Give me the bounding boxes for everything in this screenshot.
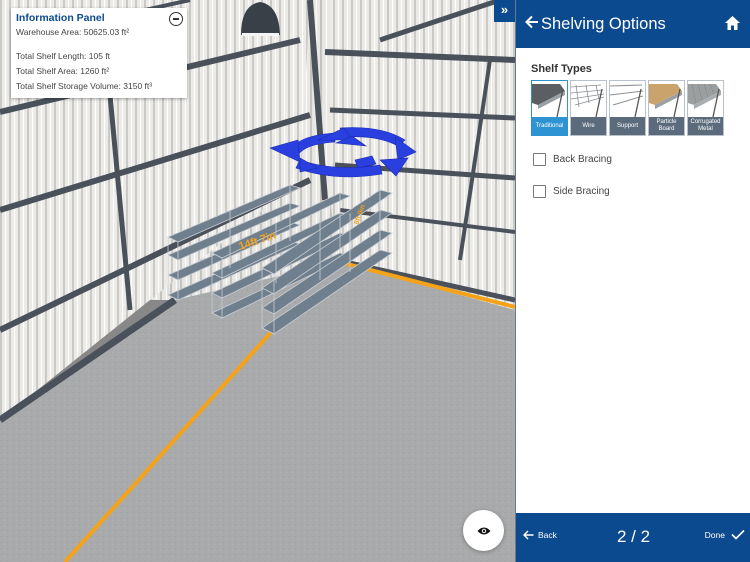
total-shelf-storage-volume: Total Shelf Storage Volume: 3150 ft³ bbox=[16, 81, 153, 91]
particle-board-shelf-thumbnail bbox=[649, 81, 684, 117]
home-icon[interactable] bbox=[724, 15, 741, 31]
shelving-options-panel: Shelving Options Shelf Types Traditional bbox=[515, 0, 750, 562]
total-shelf-length: Total Shelf Length: 105 ft bbox=[16, 51, 111, 61]
side-bracing-checkbox[interactable] bbox=[533, 185, 546, 198]
traditional-shelf-thumbnail bbox=[532, 81, 567, 117]
shelf-type-corrugated-metal[interactable]: Corrugated Metal bbox=[687, 80, 724, 136]
info-panel-title: Information Panel bbox=[16, 12, 105, 24]
shelf-type-particle-board[interactable]: Particle Board bbox=[648, 80, 685, 136]
back-bracing-option[interactable]: Back Bracing bbox=[533, 153, 612, 166]
panel-footer: Back 2 / 2 Done bbox=[516, 513, 750, 562]
shelf-type-support[interactable]: Support bbox=[609, 80, 646, 136]
wire-shelf-thumbnail bbox=[571, 81, 606, 117]
toggle-view-button[interactable] bbox=[463, 510, 504, 551]
minus-circle-icon[interactable] bbox=[169, 12, 183, 26]
total-shelf-area: Total Shelf Area: 1260 ft² bbox=[16, 66, 110, 76]
collapse-sidebar-button[interactable]: » bbox=[494, 0, 515, 22]
shelf-type-label: Traditional bbox=[532, 117, 567, 135]
shelf-type-wire[interactable]: Wire bbox=[570, 80, 607, 136]
double-chevron-right-icon: » bbox=[500, 2, 509, 17]
done-button[interactable]: Done bbox=[705, 529, 745, 540]
shelf-type-label: Corrugated Metal bbox=[688, 117, 723, 135]
side-bracing-label: Side Bracing bbox=[553, 186, 610, 197]
panel-title: Shelving Options bbox=[541, 15, 666, 33]
shelf-type-traditional[interactable]: Traditional bbox=[531, 80, 568, 136]
eye-icon bbox=[477, 527, 490, 534]
side-bracing-option[interactable]: Side Bracing bbox=[533, 185, 610, 198]
back-bracing-label: Back Bracing bbox=[553, 154, 612, 165]
warehouse-area: Warehouse Area: 50625.03 ft² bbox=[16, 27, 130, 37]
shelf-types-list: Traditional Wire Support Particle Board … bbox=[531, 80, 724, 136]
support-shelf-thumbnail bbox=[610, 81, 645, 117]
information-panel: Information Panel Warehouse Area: 50625.… bbox=[11, 8, 187, 98]
arrow-left-icon[interactable] bbox=[524, 13, 540, 31]
back-bracing-checkbox[interactable] bbox=[533, 153, 546, 166]
done-button-label: Done bbox=[704, 529, 725, 540]
checkmark-icon bbox=[731, 529, 745, 540]
shelf-type-label: Support bbox=[610, 117, 645, 135]
panel-header: Shelving Options bbox=[516, 0, 750, 48]
shelf-types-heading: Shelf Types bbox=[531, 63, 592, 75]
shelf-type-label: Particle Board bbox=[649, 117, 684, 135]
corrugated-metal-shelf-thumbnail bbox=[688, 81, 723, 117]
shelf-type-label: Wire bbox=[571, 117, 606, 135]
